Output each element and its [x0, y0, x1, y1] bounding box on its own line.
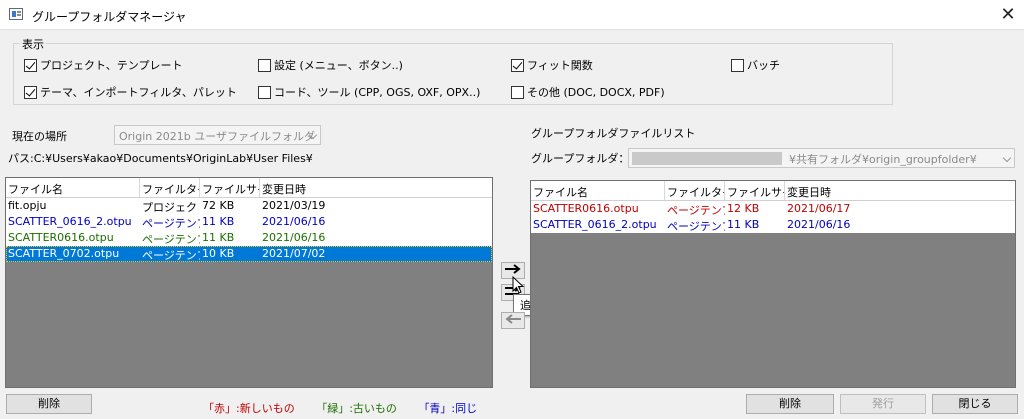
checkbox-box[interactable] — [258, 85, 271, 99]
list-header: ファイル名 ファイルタイプ ファイルサイズ 変更日時 — [6, 178, 492, 198]
checkbox-label: テーマ、インポートフィルタ、パレット — [40, 86, 237, 99]
column-header-name[interactable]: ファイル名 — [6, 178, 140, 197]
table-row[interactable]: SCATTER0616.otpu ページテンプレート12 KB 2021/06/17 — [531, 201, 1015, 217]
cell-name: SCATTER_0702.otpu — [8, 247, 120, 260]
column-header-type[interactable]: ファイルタイプ — [665, 181, 725, 200]
cell-name: SCATTER_0616_2.otpu — [533, 218, 657, 231]
location-combo[interactable]: Origin 2021b ユーザファイルフォルダ — [114, 125, 321, 145]
checkbox-box[interactable] — [24, 85, 37, 99]
delete-local-button[interactable]: 削除 — [6, 394, 92, 414]
legend-green: 「緑」:古いもの — [316, 402, 397, 415]
cell-type: プロジェクトファイル — [142, 201, 200, 214]
checkbox-box[interactable] — [511, 58, 524, 72]
cell-type: ページテンプレート — [142, 249, 200, 262]
checkbox-label: プロジェクト、テンプレート — [40, 59, 183, 72]
remove-left-arrow-button[interactable] — [501, 312, 525, 329]
display-group-label: 表示 — [20, 36, 46, 52]
redacted-region — [632, 152, 782, 165]
group-folder-label: グループフォルダ： — [531, 152, 630, 165]
cell-size: 72 KB — [202, 199, 235, 212]
checkbox-code-tools[interactable]: コード、ツール (CPP, OGS, OXF, OPX..) — [258, 84, 480, 100]
legend-red: 「赤」:新しいもの — [203, 402, 295, 415]
cell-date: 2021/03/19 — [262, 199, 326, 212]
close-button[interactable]: 閉じる — [932, 394, 1018, 414]
cell-size: 12 KB — [727, 202, 760, 215]
cell-size: 11 KB — [202, 215, 235, 228]
column-header-name[interactable]: ファイル名 — [531, 181, 665, 200]
checkbox-themes-filters[interactable]: テーマ、インポートフィルタ、パレット — [24, 84, 237, 100]
cell-name: fit.opju — [8, 199, 47, 212]
cell-date: 2021/06/16 — [262, 231, 326, 244]
app-icon — [9, 8, 23, 20]
cell-name: SCATTER0616.otpu — [8, 231, 114, 244]
window-title: グループフォルダマネージャ — [32, 10, 187, 24]
location-label: 現在の場所 — [12, 130, 67, 143]
cell-type: ページテンプレート — [667, 204, 725, 217]
right-arrow-icon — [505, 264, 521, 274]
checkbox-projects-templates[interactable]: プロジェクト、テンプレート — [24, 57, 182, 73]
cell-size: 11 KB — [202, 231, 235, 244]
table-row[interactable]: SCATTER_0702.otpu ページテンプレート10 KB 2021/07/0… — [6, 246, 492, 262]
checkbox-label: コード、ツール (CPP, OGS, OXF, OPX..) — [274, 86, 481, 99]
checkbox-label: その他 (DOC, DOCX, PDF) — [527, 86, 665, 99]
column-header-size[interactable]: ファイルサイズ — [725, 181, 785, 200]
left-arrow-icon — [505, 314, 521, 324]
table-row[interactable]: SCATTER_0616_2.otpu ページテンプレート11 KB 2021/06… — [531, 217, 1015, 233]
checkbox-label: バッチ — [747, 59, 780, 72]
list-header: ファイル名 ファイルタイプ ファイルサイズ 変更日時 — [531, 181, 1015, 201]
checkbox-fit-functions[interactable]: フィット関数 — [511, 57, 593, 73]
table-row[interactable]: SCATTER_0616_2.otpu ページテンプレート11 KB 2021/06… — [6, 214, 492, 230]
cell-date: 2021/06/16 — [787, 218, 851, 231]
local-file-list[interactable]: ファイル名 ファイルタイプ ファイルサイズ 変更日時 fit.opju プロジェク… — [5, 177, 493, 388]
column-header-size[interactable]: ファイルサイズ — [200, 178, 260, 197]
checkbox-box[interactable] — [24, 58, 37, 72]
group-folder-file-list[interactable]: ファイル名 ファイルタイプ ファイルサイズ 変更日時 SCATTER0616.o… — [530, 180, 1016, 388]
cell-date: 2021/06/17 — [787, 202, 851, 215]
cell-name: SCATTER_0616_2.otpu — [8, 215, 132, 228]
location-combo-value: Origin 2021b ユーザファイルフォルダ — [119, 130, 315, 143]
column-header-date[interactable]: 変更日時 — [260, 178, 492, 197]
cell-type: ページテンプレート — [142, 217, 200, 230]
cell-type: ページテンプレート — [142, 233, 200, 246]
checkbox-label: 設定 (メニュー、ボタン..) — [274, 59, 403, 72]
group-folder-combo[interactable]: ¥共有フォルダ¥origin_groupfolder¥ — [628, 148, 1015, 168]
cell-date: 2021/06/16 — [262, 215, 326, 228]
table-row[interactable]: fit.opju プロジェクトファイル72 KB 2021/03/19 — [6, 198, 492, 214]
close-icon[interactable]: ✕ — [996, 4, 1020, 26]
checkbox-box[interactable] — [731, 58, 744, 72]
checkbox-box[interactable] — [511, 85, 524, 99]
color-legend: 「赤」:新しいもの 「緑」:古いもの 「青」:同じ — [203, 400, 495, 416]
group-folder-combo-value: ¥共有フォルダ¥origin_groupfolder¥ — [789, 153, 977, 166]
table-row[interactable]: SCATTER0616.otpu ページテンプレート11 KB 2021/06/16 — [6, 230, 492, 246]
cell-size: 10 KB — [202, 247, 235, 260]
cell-name: SCATTER0616.otpu — [533, 202, 639, 215]
column-header-date[interactable]: 変更日時 — [785, 181, 1015, 200]
chevron-down-icon — [1002, 153, 1012, 163]
cell-type: ページテンプレート — [667, 220, 725, 233]
cell-date: 2021/07/02 — [262, 247, 326, 260]
checkbox-settings[interactable]: 設定 (メニュー、ボタン..) — [258, 57, 403, 73]
path-text: パス:C:¥Users¥akao¥Documents¥OriginLab¥Use… — [8, 152, 313, 165]
cell-size: 11 KB — [727, 218, 760, 231]
checkbox-label: フィット関数 — [527, 59, 593, 72]
checkbox-others[interactable]: その他 (DOC, DOCX, PDF) — [511, 84, 665, 100]
checkbox-box[interactable] — [258, 58, 271, 72]
publish-button[interactable]: 発行 — [840, 394, 926, 414]
checkbox-batch[interactable]: バッチ — [731, 57, 780, 73]
delete-group-button[interactable]: 削除 — [746, 394, 834, 414]
group-folder-list-title: グループフォルダファイルリスト — [531, 127, 696, 140]
legend-blue: 「青」:同じ — [418, 402, 478, 415]
column-header-type[interactable]: ファイルタイプ — [140, 178, 200, 197]
